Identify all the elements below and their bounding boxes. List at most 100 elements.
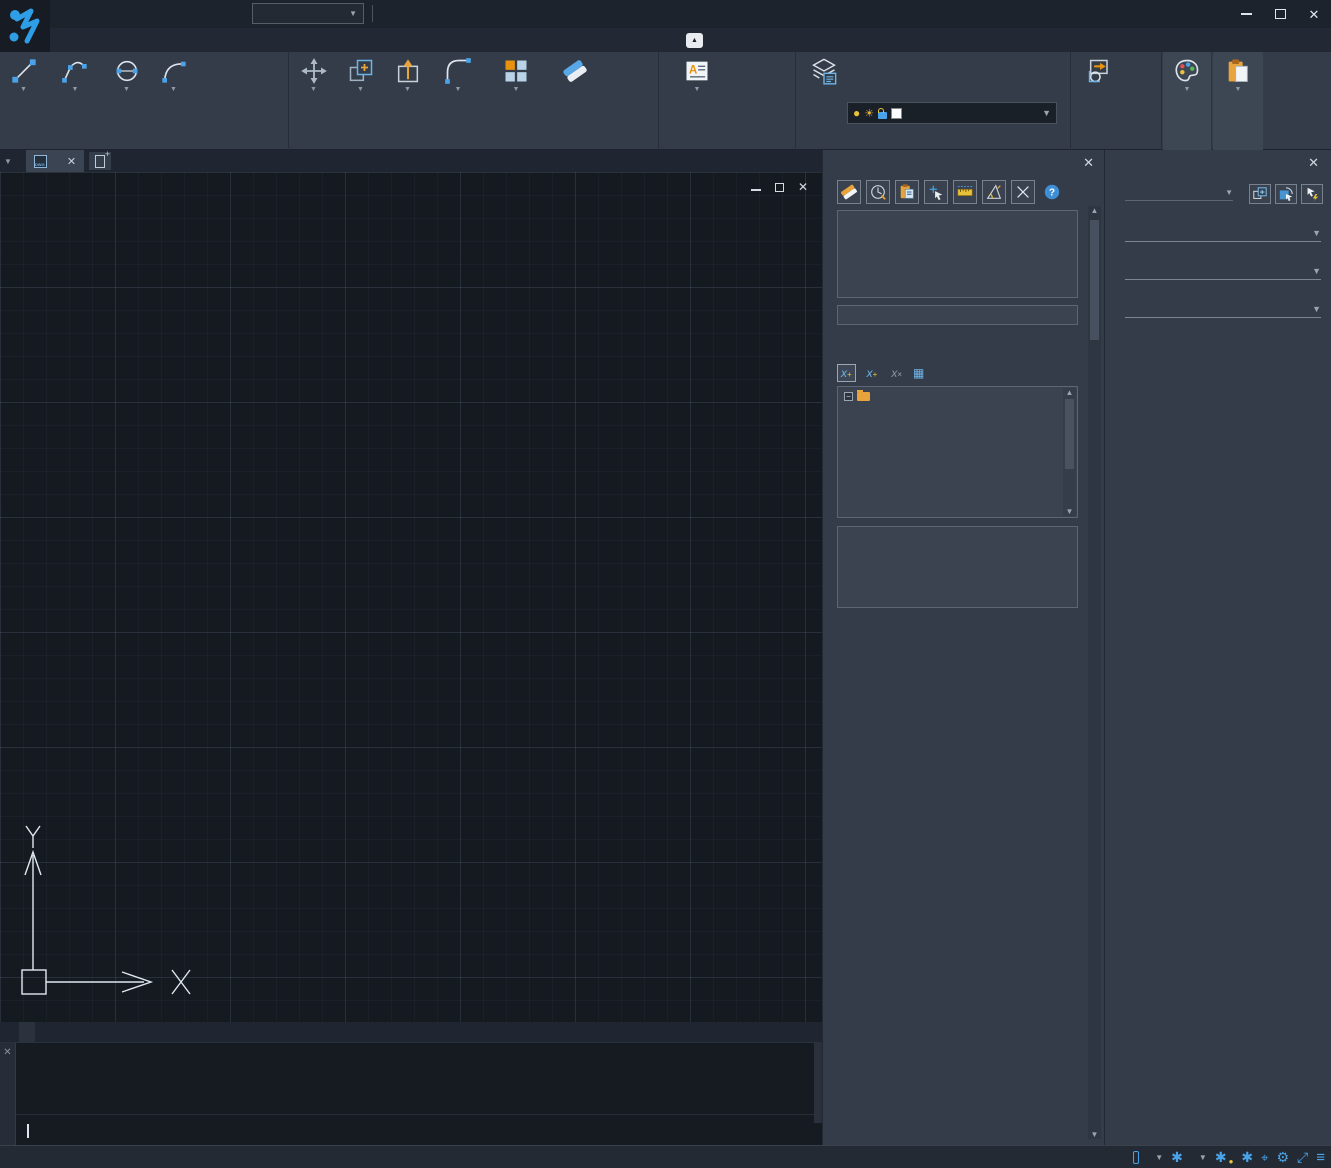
- section-header-other[interactable]: ▼: [1125, 304, 1321, 318]
- mtext-button[interactable]: ▼: [666, 55, 728, 93]
- chevron-down-icon: ▼: [1312, 228, 1321, 238]
- select-objects-icon: [1278, 186, 1294, 202]
- workspace-selector[interactable]: ▼: [252, 3, 364, 24]
- quick-select-button[interactable]: [1249, 184, 1271, 204]
- section-header-basic[interactable]: ▼: [1125, 228, 1321, 242]
- arc-button[interactable]: ▼: [150, 55, 197, 93]
- close-properties-icon[interactable]: ✕: [1308, 155, 1319, 171]
- erase-icon: [561, 57, 589, 85]
- get-coordinates-button[interactable]: [924, 180, 948, 204]
- measure-distance-button[interactable]: [953, 180, 977, 204]
- ribbon-tab-bar: [0, 28, 1331, 52]
- calculator-history-box[interactable]: [837, 210, 1078, 298]
- insert-button[interactable]: [1076, 55, 1123, 86]
- menu-icon[interactable]: ≡: [1316, 1149, 1325, 1166]
- intersection-icon: [1014, 183, 1032, 201]
- annotation-scale-icon[interactable]: ✱: [1171, 1149, 1183, 1166]
- properties-button[interactable]: ▼: [1164, 55, 1211, 93]
- copy-button[interactable]: ▼: [337, 55, 384, 93]
- layer-combobox[interactable]: ● ☀ ▼: [847, 102, 1057, 124]
- calculator-grid-icon[interactable]: ▦: [913, 366, 924, 380]
- extrude-button[interactable]: ▼: [384, 55, 431, 93]
- ribbon-group-modify: ▼ ▼ ▼ ▼ ▼: [290, 52, 659, 150]
- angle-icon: [985, 183, 1003, 201]
- variables-tree[interactable]: − ▲▼: [837, 386, 1078, 518]
- command-line-panel[interactable]: ✕: [0, 1042, 822, 1145]
- line-button[interactable]: ▼: [0, 55, 47, 93]
- palette-icon: [1173, 57, 1201, 85]
- chevron-down-icon: ▼: [1199, 1153, 1207, 1162]
- drawing-canvas[interactable]: ✕: [0, 172, 822, 1022]
- tree-scrollbar[interactable]: ▲▼: [1063, 388, 1076, 516]
- annotation-visibility-icon[interactable]: ✱: [1215, 1149, 1227, 1166]
- fillet-button[interactable]: ▼: [431, 55, 485, 93]
- rect-array-button[interactable]: ▼: [485, 55, 547, 93]
- maximize-button[interactable]: [1267, 3, 1293, 25]
- clear-button[interactable]: [837, 180, 861, 204]
- move-button[interactable]: ▼: [290, 55, 337, 93]
- close-command-icon[interactable]: ✕: [0, 1047, 15, 1058]
- help-button[interactable]: [1040, 180, 1064, 204]
- measure-angle-button[interactable]: [982, 180, 1006, 204]
- paste-value-button[interactable]: [895, 180, 919, 204]
- chevron-down-icon: ▼: [1225, 188, 1233, 197]
- calculator-scrollbar[interactable]: ▲▼: [1088, 206, 1101, 1139]
- tree-folder-row[interactable]: −: [838, 387, 1077, 405]
- clock-icon: [869, 183, 887, 201]
- title-bar: ▼ ✕: [0, 0, 1331, 28]
- auto-annotation-icon[interactable]: ✱: [1241, 1149, 1253, 1166]
- calculator-input-field[interactable]: [837, 305, 1078, 325]
- close-tab-icon[interactable]: ✕: [67, 155, 76, 168]
- delete-variable-button[interactable]: x×: [888, 365, 905, 381]
- intersection-button[interactable]: [1011, 180, 1035, 204]
- polyline-button[interactable]: ▼: [47, 55, 103, 93]
- minimize-drawing-button[interactable]: [751, 189, 761, 191]
- layout-tab-bar: [0, 1022, 822, 1042]
- collapse-node-icon[interactable]: −: [844, 392, 853, 401]
- fillet-icon: [444, 57, 472, 85]
- layer-properties-icon: [810, 57, 838, 85]
- ribbon-collapse-button[interactable]: ▲: [686, 33, 703, 48]
- fullscreen-icon[interactable]: ⤢: [1297, 1149, 1308, 1166]
- close-drawing-button[interactable]: ✕: [798, 180, 808, 194]
- edit-variable-button[interactable]: x+: [864, 365, 881, 381]
- new-document-button[interactable]: [89, 152, 111, 170]
- restore-drawing-button[interactable]: [775, 183, 784, 192]
- window-controls: ✕: [1233, 0, 1327, 28]
- close-calculator-icon[interactable]: ✕: [1083, 155, 1094, 171]
- circle-button[interactable]: ▼: [103, 55, 150, 93]
- calculator-panel: ✕ x+ x+ x× ▦ −: [822, 150, 1104, 1145]
- minimize-button[interactable]: [1233, 3, 1259, 25]
- polyline-icon: [61, 57, 89, 85]
- selection-cursor-icon[interactable]: ⌖: [1261, 1150, 1268, 1166]
- chevron-down-icon: ▼: [349, 9, 357, 18]
- clipboard-icon: [1224, 57, 1252, 85]
- layer-properties-button[interactable]: [801, 55, 847, 86]
- command-scrollbar[interactable]: [814, 1043, 822, 1123]
- new-variable-button[interactable]: x+: [837, 364, 856, 382]
- document-tab[interactable]: ✕: [26, 150, 84, 172]
- chevron-down-icon[interactable]: ▼: [4, 157, 12, 166]
- add-layout-button[interactable]: [19, 1022, 35, 1042]
- chevron-down-icon: ▼: [1312, 304, 1321, 314]
- move-icon: [300, 57, 328, 85]
- ucs-icon: [4, 820, 194, 1000]
- erase-button[interactable]: [551, 55, 598, 86]
- sun-icon: ☀: [864, 107, 874, 120]
- app-logo[interactable]: [0, 0, 50, 52]
- calculator-toolbar: [823, 174, 1104, 208]
- command-prompt[interactable]: [24, 1123, 29, 1139]
- select-objects-button[interactable]: [1275, 184, 1297, 204]
- zwcad-logo-icon: [7, 7, 43, 45]
- help-icon: [1043, 183, 1061, 201]
- unit-precision-badge[interactable]: [1133, 1151, 1139, 1164]
- copy-icon: [347, 57, 375, 85]
- settings-gear-icon[interactable]: ⚙: [1276, 1149, 1289, 1166]
- selection-dropdown[interactable]: ▼: [1125, 188, 1233, 201]
- section-header-view[interactable]: ▼: [1125, 266, 1321, 280]
- clipboard-button[interactable]: ▼: [1213, 55, 1263, 93]
- toggle-pickadd-button[interactable]: [1301, 184, 1323, 204]
- close-button[interactable]: ✕: [1301, 3, 1327, 25]
- history-button[interactable]: [866, 180, 890, 204]
- details-box: [837, 526, 1078, 608]
